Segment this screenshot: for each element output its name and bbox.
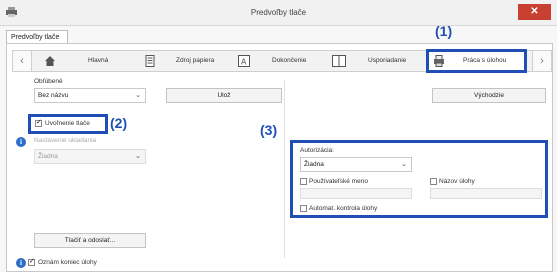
- tab-paper-source[interactable]: Zdroj papiera: [140, 51, 230, 71]
- auto-job-check-label: Automat. kontrola úlohy: [309, 205, 378, 212]
- tabs-prev-button[interactable]: ‹: [12, 50, 32, 72]
- callout-1: (1): [435, 23, 453, 39]
- tab-print-preferences[interactable]: Predvoľby tlače: [6, 30, 68, 44]
- notify-job-end-checkbox[interactable]: [28, 257, 35, 266]
- chevron-down-icon: ⌄: [135, 153, 141, 160]
- home-icon: [45, 56, 55, 66]
- storage-setting-select[interactable]: Žiadna ⌄: [34, 149, 146, 164]
- username-input[interactable]: [300, 188, 412, 199]
- save-button[interactable]: Ulož: [166, 88, 282, 103]
- print-and-send-button[interactable]: Tlačiť a odoslať...: [34, 233, 146, 248]
- job-name-input[interactable]: [430, 188, 542, 199]
- finishing-icon: A: [238, 55, 250, 67]
- tab-job-handling-label: Práca s úlohou: [463, 57, 507, 64]
- storage-setting-label: Nastavenie ukladania: [34, 137, 97, 144]
- auto-job-check-checkbox[interactable]: [300, 205, 307, 212]
- chevron-down-icon: ⌄: [401, 161, 407, 168]
- close-button[interactable]: ✕: [518, 4, 551, 20]
- info-icon: i: [16, 258, 26, 268]
- job-name-label: Názov úlohy: [439, 178, 475, 185]
- notify-job-end-label: Oznám koniec úlohy: [38, 259, 97, 266]
- favorites-value: Bez názvu: [38, 92, 69, 99]
- authorization-select[interactable]: Žiadna ⌄: [300, 157, 412, 172]
- tab-layout[interactable]: Usporiadanie: [332, 51, 422, 71]
- username-checkbox[interactable]: [300, 178, 307, 185]
- tab-main[interactable]: Hlavná: [40, 51, 130, 71]
- tab-paper-source-label: Zdroj papiera: [176, 57, 215, 64]
- defaults-button[interactable]: Východzie: [432, 88, 546, 103]
- info-icon: i: [16, 137, 26, 147]
- tab-finishing[interactable]: A Dokončenie: [236, 51, 326, 71]
- release-print-checkbox[interactable]: [35, 118, 42, 127]
- storage-setting-value: Žiadna: [38, 153, 58, 160]
- tabs-next-button[interactable]: ›: [532, 50, 552, 72]
- tab-main-label: Hlavná: [88, 57, 109, 64]
- window-title: Predvoľby tlače: [250, 8, 307, 17]
- paper-tray-icon: [145, 55, 155, 67]
- layout-icon: [332, 55, 346, 67]
- chevron-down-icon: ⌄: [135, 92, 141, 99]
- callout-3: (3): [260, 122, 278, 138]
- favorites-label: Obľúbené: [34, 78, 63, 85]
- authorization-label: Autorizácia:: [300, 147, 334, 154]
- tab-layout-label: Usporiadanie: [368, 57, 407, 64]
- svg-text:A: A: [241, 58, 247, 67]
- column-divider: [284, 80, 285, 258]
- release-print-label: Uvoľnenie tlače: [45, 120, 90, 127]
- job-handling-icon: [434, 55, 444, 67]
- tab-finishing-label: Dokončenie: [272, 57, 307, 64]
- tab-job-handling[interactable]: Práca s úlohou: [426, 49, 527, 73]
- title-bar: Predvoľby tlače ✕: [0, 0, 557, 26]
- callout-2: (2): [110, 115, 128, 131]
- job-name-checkbox[interactable]: [430, 178, 437, 185]
- username-label: Používateľské meno: [309, 178, 368, 185]
- authorization-value: Žiadna: [304, 161, 324, 168]
- favorites-select[interactable]: Bez názvu ⌄: [34, 88, 146, 103]
